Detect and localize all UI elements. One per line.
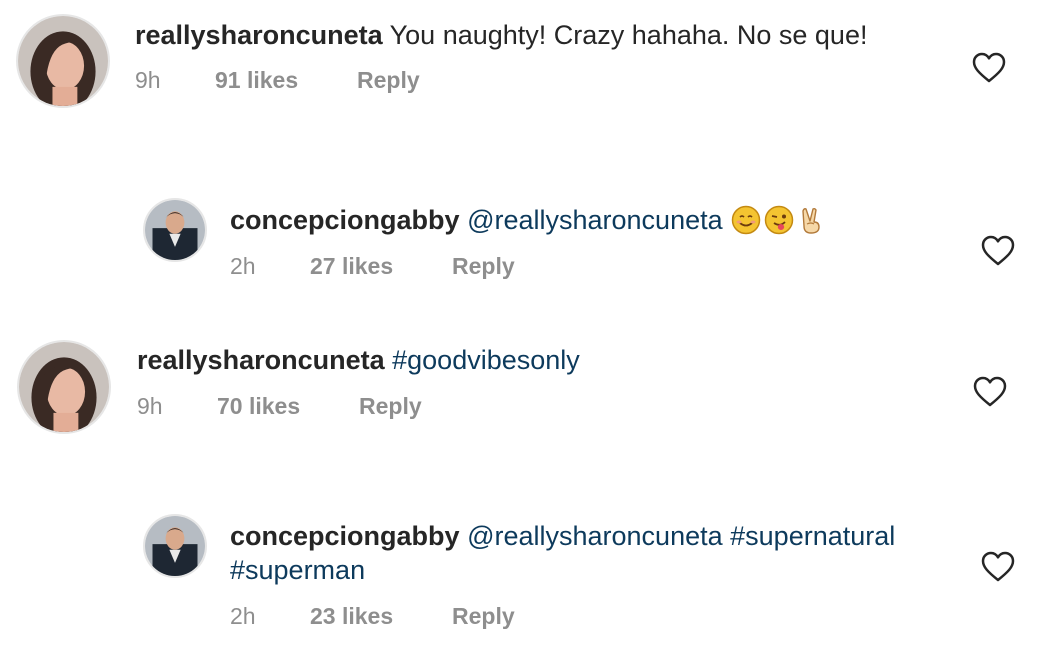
heart-icon[interactable] <box>981 235 1015 267</box>
likes-count[interactable]: 23 likes <box>310 603 452 630</box>
reply-button[interactable]: Reply <box>452 603 515 630</box>
smiling-face-emoji <box>731 205 760 235</box>
mention-link[interactable]: @reallysharoncuneta <box>467 521 723 551</box>
timestamp: 9h <box>137 393 163 419</box>
username[interactable]: reallysharoncuneta <box>135 20 383 50</box>
victory-hand-emoji <box>801 207 820 234</box>
avatar[interactable] <box>143 514 207 578</box>
heart-icon[interactable] <box>981 551 1015 583</box>
mention-link[interactable]: @reallysharoncuneta <box>467 205 723 235</box>
hashtag-link[interactable]: #supernatural <box>730 521 895 551</box>
heart-icon[interactable] <box>973 376 1007 408</box>
avatar[interactable] <box>143 198 207 262</box>
winking-face-tongue-emoji <box>764 205 793 235</box>
profile-photo-sharon <box>18 16 108 106</box>
reply-button[interactable]: Reply <box>452 253 515 280</box>
avatar[interactable] <box>17 340 111 434</box>
username[interactable]: concepciongabby <box>230 205 460 235</box>
reply-button[interactable]: Reply <box>359 393 422 420</box>
hashtag-link[interactable]: #goodvibesonly <box>392 345 580 375</box>
username[interactable]: concepciongabby <box>230 521 460 551</box>
username[interactable]: reallysharoncuneta <box>137 345 385 375</box>
likes-count[interactable]: 91 likes <box>215 67 357 94</box>
timestamp: 2h <box>230 253 256 279</box>
emoji-group <box>731 205 827 235</box>
timestamp: 2h <box>230 603 256 629</box>
hashtag-link[interactable]: #superman <box>230 555 365 585</box>
profile-photo-gabby <box>145 200 205 260</box>
reply-button[interactable]: Reply <box>357 67 420 94</box>
likes-count[interactable]: 27 likes <box>310 253 452 280</box>
timestamp: 9h <box>135 67 161 93</box>
profile-photo-sharon <box>19 342 109 432</box>
comment-text: You naughty! Crazy hahaha. No se que! <box>389 20 868 50</box>
likes-count[interactable]: 70 likes <box>217 393 359 420</box>
avatar[interactable] <box>16 14 110 108</box>
heart-icon[interactable] <box>972 52 1006 84</box>
profile-photo-gabby <box>145 516 205 576</box>
